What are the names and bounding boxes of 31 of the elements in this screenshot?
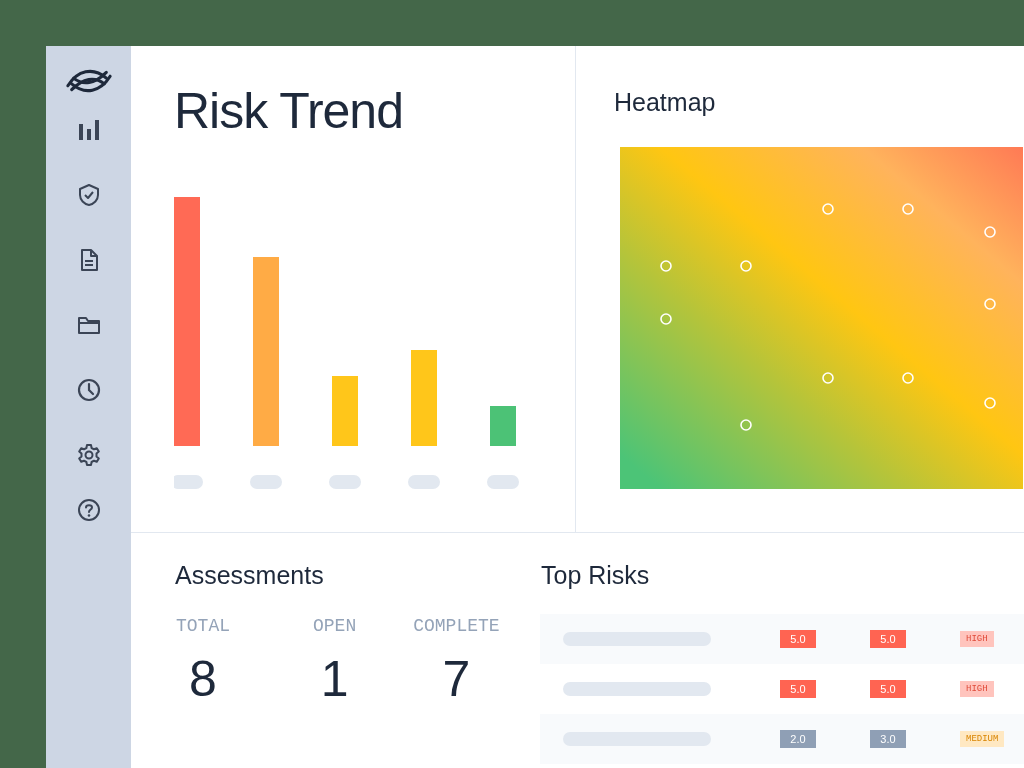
label-placeholder bbox=[329, 475, 361, 489]
section-title: Top Risks bbox=[541, 561, 651, 590]
score-tag: 5.0 bbox=[870, 630, 906, 648]
rating-tag: MEDIUM bbox=[960, 731, 1005, 747]
clock-icon[interactable] bbox=[76, 378, 101, 402]
bar-chart-icon[interactable] bbox=[76, 118, 101, 142]
label-placeholder bbox=[408, 475, 440, 489]
shield-check-icon[interactable] bbox=[76, 183, 101, 207]
stat-label: COMPLETE bbox=[413, 616, 500, 636]
score-tag: 5.0 bbox=[780, 630, 816, 648]
score-tag: 5.0 bbox=[780, 680, 816, 698]
stat-value: 7 bbox=[442, 650, 471, 708]
rating-tag: HIGH bbox=[960, 631, 994, 647]
label-placeholder bbox=[487, 475, 519, 489]
settings-icon[interactable] bbox=[76, 443, 101, 467]
label-placeholder bbox=[174, 475, 203, 489]
score-tag: 2.0 bbox=[780, 730, 816, 748]
score-tag: 3.0 bbox=[870, 730, 906, 748]
section-title: Assessments bbox=[175, 561, 325, 590]
stat-value: 1 bbox=[320, 650, 349, 708]
score-tag: 5.0 bbox=[870, 680, 906, 698]
panel-title: Risk Trend bbox=[174, 82, 404, 140]
help-icon[interactable] bbox=[76, 498, 101, 522]
panel-title: Heatmap bbox=[614, 88, 717, 117]
stat-value: 8 bbox=[189, 650, 217, 708]
label-placeholder bbox=[250, 475, 282, 489]
rating-tag: HIGH bbox=[960, 681, 994, 697]
stat-label: OPEN bbox=[313, 616, 357, 636]
stat-label: TOTAL bbox=[176, 616, 230, 636]
chart-bar bbox=[490, 406, 516, 446]
chart-bar bbox=[332, 376, 358, 446]
